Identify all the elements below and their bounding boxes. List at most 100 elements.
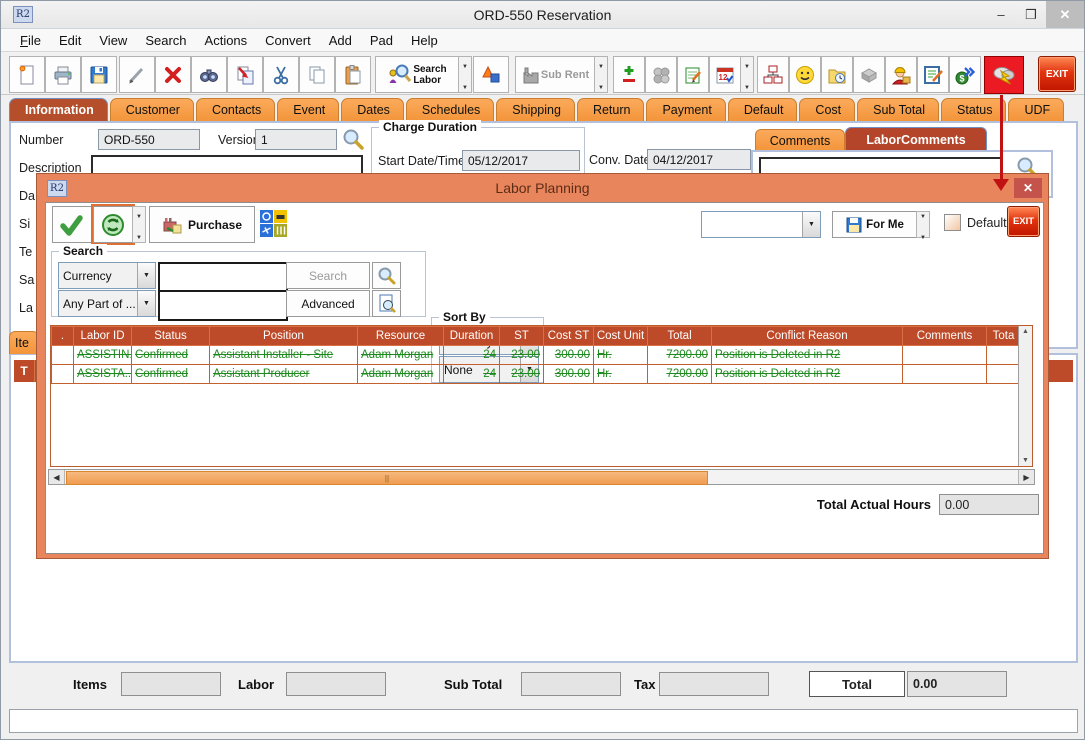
start-date-field[interactable]: 05/12/2017 (462, 150, 580, 171)
cell[interactable] (52, 365, 74, 384)
maximize-button[interactable]: ❒ (1016, 1, 1046, 28)
add-remove-button[interactable] (613, 56, 645, 93)
items-total-field[interactable] (121, 672, 221, 696)
cell-comments[interactable] (903, 365, 987, 384)
scrollbar-thumb[interactable]: || (66, 471, 708, 485)
scroll-down-icon[interactable]: ▼ (1022, 455, 1029, 466)
cell-total[interactable]: 7200.00 (648, 365, 712, 384)
find-button[interactable] (191, 56, 227, 93)
gray-box-button[interactable] (853, 56, 885, 93)
cell-comments[interactable] (903, 346, 987, 365)
delete-button[interactable] (155, 56, 191, 93)
vertical-scrollbar[interactable]: ▲▼ (1018, 326, 1032, 466)
travel-options-button[interactable] (260, 210, 287, 242)
total-field[interactable]: 0.00 (907, 671, 1007, 697)
default-checkbox[interactable] (944, 214, 961, 231)
sub-total-field[interactable] (521, 672, 621, 696)
tab-schedules[interactable]: Schedules (406, 98, 494, 121)
tab-default[interactable]: Default (728, 98, 798, 121)
menu-actions[interactable]: Actions (196, 31, 257, 50)
number-field[interactable]: ORD-550 (98, 129, 200, 150)
cell-conflict-reason[interactable]: Position is Deleted in R2 (712, 346, 903, 365)
scroll-up-icon[interactable]: ▲ (1022, 326, 1029, 337)
col-resource[interactable]: Resource (358, 327, 444, 346)
search-field-combobox[interactable]: Currency (58, 262, 156, 289)
search-match-combobox[interactable]: Any Part of ... (58, 290, 156, 317)
smiley-button[interactable] (789, 56, 821, 93)
col-cost-st[interactable]: Cost ST (544, 327, 594, 346)
advanced-button[interactable]: Advanced (286, 290, 370, 317)
tab-items-partial[interactable]: Ite (9, 331, 39, 354)
org-chart-button[interactable] (757, 56, 789, 93)
cell-total-2[interactable] (987, 346, 1021, 365)
menu-file[interactable]: File (11, 31, 50, 50)
cell-labor-id[interactable]: ASSISTA... (74, 365, 132, 384)
search-button[interactable]: Search (286, 262, 370, 289)
chevron-down-icon[interactable] (802, 212, 820, 237)
menu-add[interactable]: Add (320, 31, 361, 50)
for-me-dropdown[interactable] (916, 211, 930, 238)
table-row[interactable]: ASSISTIN... Confirmed Assistant Installe… (52, 346, 1021, 365)
cell-resource[interactable]: Adam Morgan (358, 346, 444, 365)
worker-button[interactable] (885, 56, 917, 93)
group-circles-button[interactable] (645, 56, 677, 93)
advanced-search-button[interactable] (372, 290, 401, 317)
chevron-down-icon[interactable] (137, 291, 155, 316)
transfer-dollar-button[interactable]: $ (949, 56, 981, 93)
col-status[interactable]: Status (132, 327, 210, 346)
cell-labor-id[interactable]: ASSISTIN... (74, 346, 132, 365)
save-button[interactable] (81, 56, 117, 93)
tab-payment[interactable]: Payment (646, 98, 725, 121)
for-me-button[interactable]: For Me (832, 211, 918, 238)
col-duration[interactable]: Duration (444, 327, 500, 346)
menu-convert[interactable]: Convert (256, 31, 320, 50)
cell-conflict-reason[interactable]: Position is Deleted in R2 (712, 365, 903, 384)
col-row-selector[interactable]: . (52, 327, 74, 346)
notepad-edit-button[interactable] (677, 56, 709, 93)
cell-cost-unit[interactable]: Hr. (594, 365, 648, 384)
refresh-dropdown[interactable] (132, 206, 146, 243)
tab-comments[interactable]: Comments (755, 129, 845, 151)
copy-button[interactable] (299, 56, 335, 93)
3d-shapes-button[interactable] (473, 56, 509, 93)
new-document-button[interactable] (9, 56, 45, 93)
search-input-1[interactable] (158, 262, 288, 293)
tab-information[interactable]: Information (9, 98, 108, 121)
menu-search[interactable]: Search (136, 31, 195, 50)
tab-cost[interactable]: Cost (799, 98, 855, 121)
export-copy-button[interactable] (227, 56, 263, 93)
col-total[interactable]: Total (648, 327, 712, 346)
cell[interactable] (52, 346, 74, 365)
edit-pad-button[interactable] (917, 56, 949, 93)
horizontal-scrollbar[interactable]: ◀ || ▶ (48, 469, 1035, 485)
folder-history-button[interactable] (821, 56, 853, 93)
cell-position[interactable]: Assistant Installer - Site (210, 346, 358, 365)
cell-st[interactable]: 23.00 (500, 346, 544, 365)
tab-status[interactable]: Status (941, 98, 1006, 121)
col-comments[interactable]: Comments (903, 327, 987, 346)
version-search-button[interactable] (341, 127, 365, 156)
tab-labor-comments[interactable]: LaborComments (845, 127, 987, 151)
cell-cost-st[interactable]: 300.00 (544, 365, 594, 384)
menu-view[interactable]: View (90, 31, 136, 50)
menu-edit[interactable]: Edit (50, 31, 90, 50)
paste-button[interactable] (335, 56, 371, 93)
chevron-down-icon[interactable] (137, 263, 155, 288)
dialog-exit-button[interactable]: EXIT (1007, 206, 1040, 237)
cell-position[interactable]: Assistant Producer (210, 365, 358, 384)
scroll-right-icon[interactable]: ▶ (1018, 470, 1034, 484)
total-actual-hours-field[interactable]: 0.00 (939, 494, 1039, 515)
cell-total[interactable]: 7200.00 (648, 346, 712, 365)
close-button[interactable]: ✕ (1046, 1, 1084, 28)
confirm-button[interactable] (52, 206, 92, 243)
dialog-close-button[interactable]: ✕ (1014, 178, 1042, 198)
menu-help[interactable]: Help (402, 31, 447, 50)
tab-shipping[interactable]: Shipping (496, 98, 575, 121)
cell-duration[interactable]: 24 (444, 365, 500, 384)
cell-duration[interactable]: 24 (444, 346, 500, 365)
sub-rent-dropdown[interactable] (594, 56, 608, 93)
search-labor-button[interactable]: SearchLabor (375, 56, 459, 93)
labor-total-field[interactable] (286, 672, 386, 696)
cell-cost-st[interactable]: 300.00 (544, 346, 594, 365)
print-button[interactable] (45, 56, 81, 93)
